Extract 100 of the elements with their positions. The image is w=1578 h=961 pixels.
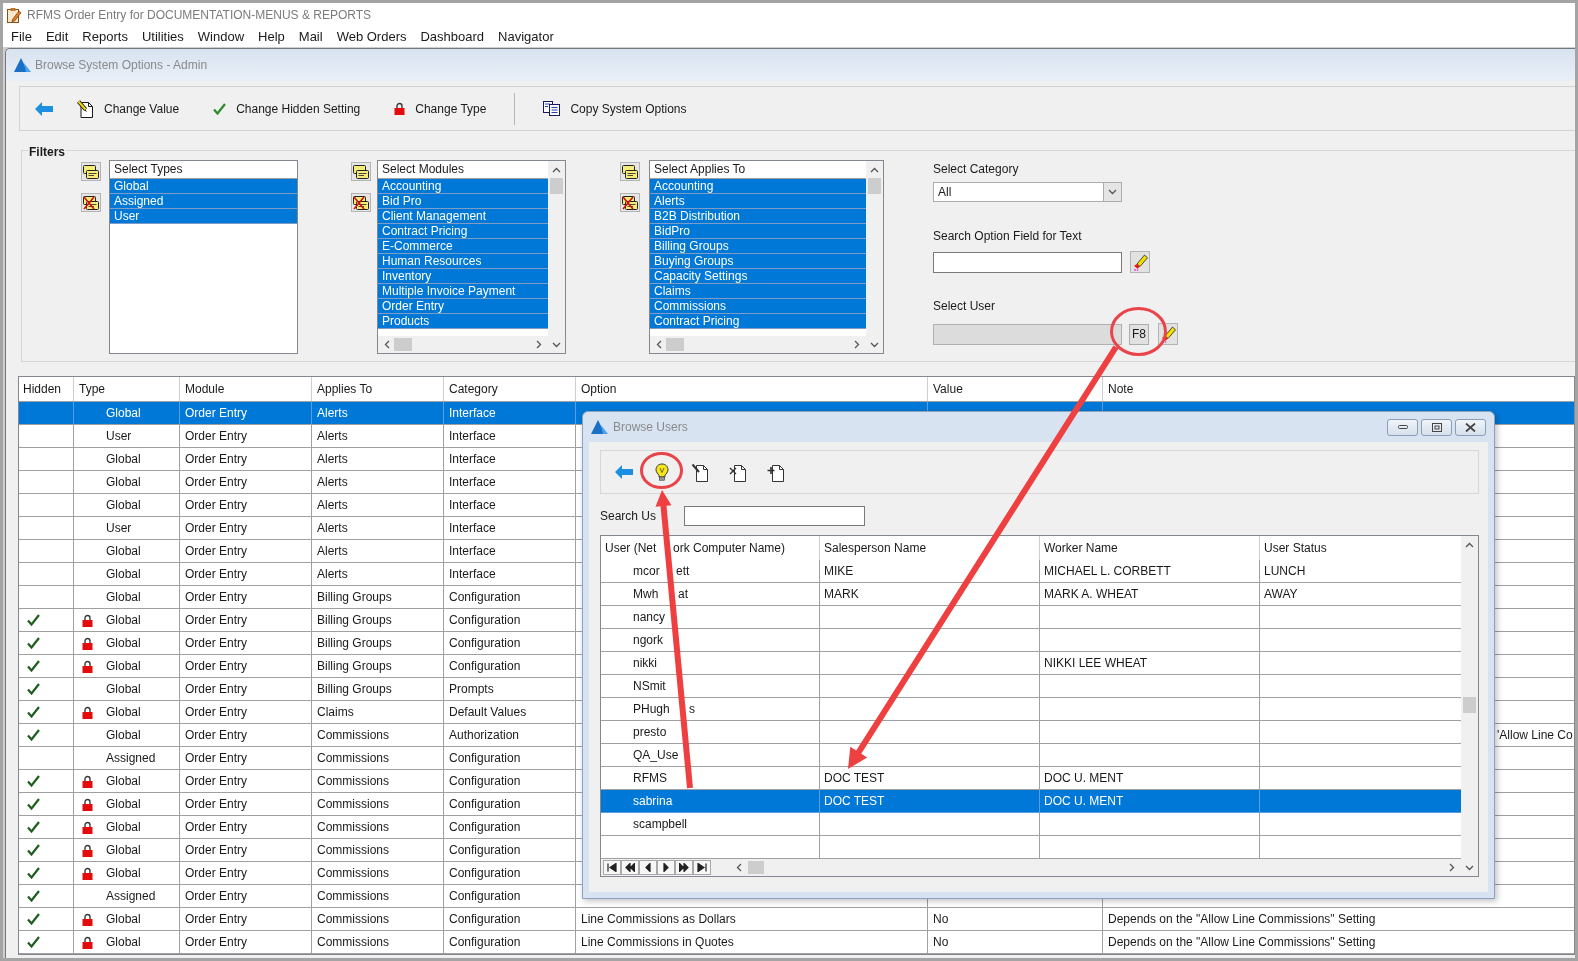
cell-text: Interface: [449, 474, 496, 491]
cell-text: DOC U. MENT: [1044, 770, 1124, 787]
cell-text: Depends on the "Allow Line Commissions" Setting: [1108, 911, 1376, 928]
cell-text: Order Entry: [185, 704, 247, 721]
cell-text: sabrina: [633, 793, 673, 810]
cell-text: Order Entry: [185, 566, 247, 583]
cell-text: No: [933, 911, 949, 928]
cell-text: No: [933, 934, 949, 951]
column-header: Type: [79, 381, 105, 398]
cell-text: Order Entry: [185, 612, 247, 629]
cell-text: Mwh: [633, 586, 659, 603]
cell-text: Order Entry: [185, 842, 247, 859]
cell-text: Order Entry: [185, 796, 247, 813]
column-header: Worker Name: [1044, 540, 1118, 557]
cell-text: Order Entry: [185, 474, 247, 491]
cell-text: Alerts: [317, 543, 348, 560]
cell-text: Configuration: [449, 773, 521, 790]
cell-text: Alerts: [317, 497, 348, 514]
cell-text: Billing Groups: [317, 681, 392, 698]
cell-text: Global: [106, 543, 141, 560]
dialog-title: Browse Users: [613, 419, 688, 436]
group-label: Filters: [28, 145, 66, 159]
cell-text: 'Allow Line Co: [1497, 727, 1573, 744]
cell-text: Interface: [449, 451, 496, 468]
cell-text: Global: [106, 566, 141, 583]
cell-text: ngork: [633, 632, 664, 649]
cell-text: Global: [106, 658, 141, 675]
cell-text: Alerts: [317, 566, 348, 583]
cell-text: User: [106, 520, 132, 537]
cell-text: Authorization: [449, 727, 520, 744]
cell-text: presto: [633, 724, 667, 741]
cell-text: Order Entry: [185, 911, 247, 928]
cell-text: Commissions: [317, 888, 389, 905]
cell-text: Commissions: [317, 865, 389, 882]
cell-text: scampbell: [633, 816, 688, 833]
column-header: Category: [449, 381, 498, 398]
cell-text: Order Entry: [185, 865, 247, 882]
cell-text: Global: [106, 681, 141, 698]
column-header: Option: [581, 381, 617, 398]
cell-text: nancy: [633, 609, 666, 626]
cell-text: Default Values: [449, 704, 527, 721]
cell-text: Configuration: [449, 589, 521, 606]
cell-text: Configuration: [449, 865, 521, 882]
cell-text: Configuration: [449, 750, 521, 767]
cell-text: Configuration: [449, 819, 521, 836]
cell-text: Global: [106, 635, 141, 652]
column-header: Hidden: [23, 381, 62, 398]
cell-text: Order Entry: [185, 543, 247, 560]
cell-text: Global: [106, 704, 141, 721]
cell-text: Global: [106, 497, 141, 514]
column-header: User (Net: [605, 540, 657, 557]
cell-text: Line Commissions as Dollars: [581, 911, 736, 928]
cell-text: Interface: [449, 405, 496, 422]
cell-text: Configuration: [449, 934, 521, 951]
cell-text: Global: [106, 405, 141, 422]
cell-text: nikki: [633, 655, 657, 672]
cell-text: Commissions: [317, 842, 389, 859]
cell-text: RFMS: [633, 770, 667, 787]
cell-text: Order Entry: [185, 888, 247, 905]
cell-text: Commissions: [317, 796, 389, 813]
cell-text: QA_Use: [633, 747, 679, 764]
cell-text: Interface: [449, 428, 496, 445]
column-header: Value: [933, 381, 963, 398]
cell-text: Claims: [317, 704, 354, 721]
cell-text: Interface: [449, 497, 496, 514]
cell-text: Order Entry: [185, 750, 247, 767]
cell-text: Commissions: [317, 819, 389, 836]
column-header: Salesperson Name: [824, 540, 927, 557]
cell-text: Order Entry: [185, 819, 247, 836]
cell-text: Billing Groups: [317, 612, 392, 629]
cell-text: Alerts: [317, 520, 348, 537]
cell-text: Assigned: [106, 888, 156, 905]
cell-text: Order Entry: [185, 520, 247, 537]
field-label: Search Option Field for Text: [933, 229, 1083, 243]
cell-text: Interface: [449, 566, 496, 583]
cell-text: NSmit: [633, 678, 666, 695]
cell-text: Commissions: [317, 911, 389, 928]
cell-text: Global: [106, 474, 141, 491]
cell-text: Global: [106, 451, 141, 468]
cell-text: Commissions: [317, 727, 389, 744]
cell-text: Order Entry: [185, 934, 247, 951]
cell-text: s: [689, 702, 695, 716]
cell-text: Interface: [449, 543, 496, 560]
cell-text: ett: [676, 564, 690, 578]
cell-text: Billing Groups: [317, 589, 392, 606]
cell-text: Configuration: [449, 612, 521, 629]
cell-text: Order Entry: [185, 635, 247, 652]
cell-text: Commissions: [317, 773, 389, 790]
column-header: Applies To: [317, 381, 373, 398]
cell-text: Order Entry: [185, 497, 247, 514]
cell-text: Configuration: [449, 658, 521, 675]
cell-text: Order Entry: [185, 658, 247, 675]
cell-text: Order Entry: [185, 428, 247, 445]
cell-text: MARK A. WHEAT: [1044, 586, 1139, 603]
cell-text: LUNCH: [1264, 563, 1306, 580]
cell-text: Order Entry: [185, 773, 247, 790]
cell-text: Alerts: [317, 451, 348, 468]
cell-text: Interface: [449, 520, 496, 537]
cell-text: Depends on the "Allow Line Commissions" Setting: [1108, 934, 1376, 951]
window-title: Browse System Options - Admin: [35, 57, 208, 74]
